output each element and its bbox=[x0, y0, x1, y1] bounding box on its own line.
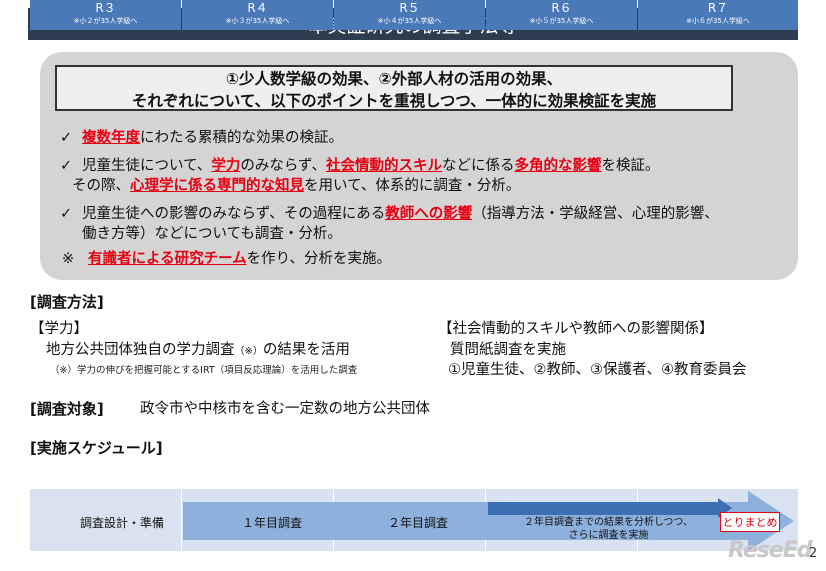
check-icon: ✓ bbox=[60, 130, 73, 146]
year-r3: R３ ※小２が35人学級へ bbox=[30, 0, 181, 30]
academic-note: （※）学力の伸びを把握可能とするIRT（項目反応理論）を活用した調査 bbox=[50, 365, 358, 376]
questionnaire-text: 質問紙調査を実施 bbox=[450, 342, 566, 358]
respondents-text: ①児童生徒、②教師、③保護者、④教育委員会 bbox=[448, 362, 747, 378]
target-text: 政令市や中核市を含む一定数の地方公共団体 bbox=[140, 401, 430, 417]
resed-logo: ReseEd bbox=[728, 538, 813, 563]
page-number: 2 bbox=[809, 546, 818, 561]
bullet-multi-year: ✓ 複数年度にわたる累積的な効果の検証。 bbox=[60, 130, 343, 146]
target-heading: [調査対象] bbox=[30, 400, 104, 418]
final-report-box: とりまとめ bbox=[720, 512, 780, 532]
r5-task: ２年目調査 bbox=[388, 516, 449, 530]
panel-header-line2: それぞれについて、以下のポイントを重視しつつ、一体的に効果検証を実施 bbox=[131, 92, 657, 110]
year-r4: R４ ※小３が35人学級へ bbox=[182, 0, 333, 30]
panel-header: ①少人数学級の効果、②外部人材の活用の効果、 それぞれについて、以下のポイントを… bbox=[55, 65, 733, 111]
schedule-heading: [実施スケジュール] bbox=[30, 439, 163, 457]
r6-task: ２年目調査までの結果を分析しつつ、 さらに調査を実施 bbox=[524, 517, 693, 541]
academic-label: 【学力】 bbox=[30, 321, 88, 337]
bullet-students: ✓ 児童生徒について、学力のみならず、社会情動的スキルなどに係る多角的な影響を検証… bbox=[60, 158, 660, 174]
bullet-research-team: ※ 有識者による研究チームを作り、分析を実施。 bbox=[62, 251, 392, 267]
bullet-students-cont: その際、心理学に係る専門的な知見を用いて、体系的に調査・分析。 bbox=[72, 178, 521, 194]
method-heading: [調査方法] bbox=[30, 293, 104, 311]
divider bbox=[181, 489, 182, 551]
panel-header-line1: ①少人数学級の効果、②外部人材の活用の効果、 bbox=[225, 70, 563, 88]
r3-task: 調査設計・準備 bbox=[80, 516, 165, 530]
analysis-arrow-body bbox=[488, 502, 718, 515]
social-skill-label: 【社会情動的スキルや教師への影響関係】 bbox=[438, 321, 714, 337]
academic-text: 地方公共団体独自の学力調査（※）の結果を活用 bbox=[46, 342, 350, 358]
bullet-teachers: ✓ 児童生徒への影響のみならず、その過程にある教師への影響（指導方法・学級経営、心… bbox=[60, 206, 719, 222]
check-icon: ✓ bbox=[60, 206, 73, 222]
bullet-teachers-cont: 働き方等）などについても調査・分析。 bbox=[82, 226, 342, 242]
year-r6: R６ ※小５が35人学級へ bbox=[486, 0, 637, 30]
year-r7: R７ ※小６が35人学級へ bbox=[638, 0, 798, 30]
year-r5: R５ ※小４が35人学級へ bbox=[334, 0, 485, 30]
check-icon: ✓ bbox=[60, 158, 73, 174]
r4-task: １年目調査 bbox=[242, 516, 303, 530]
